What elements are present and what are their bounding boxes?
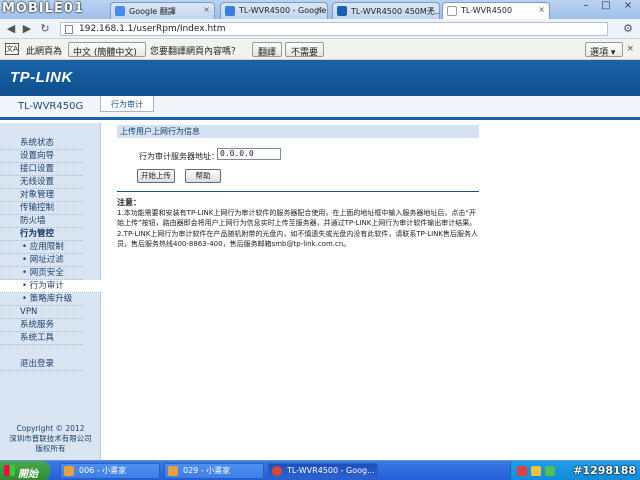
close-tab-icon[interactable]: × [538, 5, 545, 14]
sidebar-spacer [0, 345, 83, 358]
help-button[interactable]: 帮助 [185, 169, 221, 183]
page-tab-icon [447, 6, 457, 16]
browser-tab-strip: MOBILE01 Google 翻譯 × TL-WVR4500 - Google… [0, 0, 640, 19]
tab-behavior-audit[interactable]: 行为审计 [100, 96, 154, 112]
sidebar-item-firewall[interactable]: 防火墙 [0, 215, 83, 228]
forward-icon[interactable]: ▶ [20, 22, 34, 36]
minimize-icon[interactable]: – [576, 0, 596, 16]
options-label: 選項 [590, 48, 609, 58]
maximize-icon[interactable]: □ [596, 0, 616, 16]
translate-icon: 文A [5, 43, 19, 55]
close-tab-icon[interactable]: × [203, 5, 210, 14]
paint-icon [64, 466, 74, 476]
tab-google-translate[interactable]: Google 翻譯 × [110, 2, 215, 19]
main-content: 上传用户上网行为信息 行为审计服务器地址： 0.0.0.0 开始上传 帮助 注意… [101, 123, 640, 460]
sidebar-item-vpn[interactable]: VPN [0, 306, 83, 319]
tab-google-search[interactable]: TL-WVR4500 - Google × [220, 2, 328, 19]
section-title: 上传用户上网行为信息 [117, 125, 479, 138]
sidebar-item-behavior-audit[interactable]: • 行为审计 [0, 280, 101, 293]
sidebar-item-policy-upgrade[interactable]: • 策略库升级 [0, 293, 83, 306]
sidebar-item-logout[interactable]: 退出登录 [0, 358, 83, 371]
tab-label: TL-WVR4500 [461, 6, 513, 15]
model-bar: TL-WVR450G 行为审计 [0, 96, 640, 120]
tab-product-page[interactable]: TL-WVR4500 450M无... × [332, 2, 440, 19]
sidebar-item-interface-settings[interactable]: 接口设置 [0, 163, 83, 176]
reload-icon[interactable]: ↻ [38, 22, 52, 36]
chrome-icon [272, 466, 282, 476]
tray-app-icon[interactable] [517, 466, 527, 476]
sidebar-item-wireless-settings[interactable]: 无线设置 [0, 176, 83, 189]
router-header: TP-LINK [0, 60, 640, 96]
note-item: 1.本功能需要和安装有TP-LINK上网行为审计软件的服务器配合使用，在上面的地… [117, 209, 477, 227]
url-field[interactable]: 192.168.1.1/userRpm/Index.htm [60, 22, 608, 36]
taskbar-item-chrome[interactable]: TL-WVR4500 - Goog... [268, 463, 378, 479]
sidebar-item-behavior-control[interactable]: 行为管控 [0, 228, 83, 241]
copyright-line: 版权所有 [35, 444, 66, 453]
notes: 1.本功能需要和安装有TP-LINK上网行为审计软件的服务器配合使用，在上面的地… [117, 209, 479, 251]
task-label: TL-WVR4500 - Goog... [287, 466, 375, 475]
tab-label: TL-WVR4500 450M无... [351, 7, 440, 16]
watermark-id: #1298188 [573, 464, 636, 477]
sidebar-item-setup-wizard[interactable]: 设置向导 [0, 150, 83, 163]
paint-icon [168, 466, 178, 476]
sidebar-item-system-tools[interactable]: 系统工具 [0, 332, 83, 345]
task-label: 006 - 小畫家 [79, 466, 127, 475]
language-select-value: 中文 (簡體中文) [73, 48, 137, 58]
google-translate-tab-icon [115, 6, 125, 16]
no-translate-button[interactable]: 不需要 [285, 42, 325, 58]
tab-router-admin[interactable]: TL-WVR4500 × [442, 2, 550, 19]
windows-flag-icon [4, 465, 15, 476]
system-tray: #1298188 [510, 461, 640, 480]
divider [117, 191, 479, 192]
tplink-tab-icon [337, 6, 347, 16]
translate-question: 您要翻譯網頁內容嗎？ [150, 47, 241, 57]
sidebar-item-object-management[interactable]: 对象管理 [0, 189, 83, 202]
copyright: Copyright © 2012 深圳市普联技术有限公司 版权所有 [0, 424, 101, 454]
tplink-logo: TP-LINK [10, 69, 73, 86]
sidebar: 系统状态 设置向导 接口设置 无线设置 对象管理 传输控制 防火墙 行为管控 •… [0, 123, 101, 460]
task-label: 029 - 小畫家 [183, 466, 231, 475]
model-name: TL-WVR450G [18, 101, 84, 112]
taskbar: 開始 006 - 小畫家 029 - 小畫家 TL-WVR4500 - Goog… [0, 460, 640, 480]
translate-button[interactable]: 翻譯 [252, 42, 283, 58]
note-title: 注意： [117, 198, 141, 207]
start-button[interactable]: 開始 [0, 461, 50, 480]
google-tab-icon [225, 6, 235, 16]
sidebar-item-system-services[interactable]: 系统服务 [0, 319, 83, 332]
page-icon [65, 25, 73, 34]
sidebar-item-web-security[interactable]: • 网页安全 [0, 267, 83, 280]
start-upload-button[interactable]: 开始上传 [137, 169, 175, 183]
close-icon[interactable]: × [626, 44, 634, 54]
taskbar-item-paint-029[interactable]: 029 - 小畫家 [164, 463, 264, 479]
start-label: 開始 [18, 469, 38, 480]
tray-app-icon[interactable] [545, 466, 555, 476]
language-select[interactable]: 中文 (簡體中文) ▾ [68, 42, 146, 68]
translate-text-before: 此網頁為 [26, 47, 63, 57]
sidebar-menu: 系统状态 设置向导 接口设置 无线设置 对象管理 传输控制 防火墙 行为管控 •… [0, 137, 101, 371]
translate-options-button[interactable]: 選項 ▾ [585, 42, 623, 58]
translate-bar: 文A 此網頁為 中文 (簡體中文) ▾ 您要翻譯網頁內容嗎？ 翻譯 不需要 選項… [0, 39, 640, 68]
sidebar-item-url-filter[interactable]: • 网址过滤 [0, 254, 83, 267]
close-tab-icon[interactable]: × [428, 5, 435, 14]
note-item: 2.TP-LINK上网行为审计软件在产品随机附带的光盘内，如不慎遗失或光盘内没有… [117, 230, 478, 248]
sidebar-item-transfer-control[interactable]: 传输控制 [0, 202, 83, 215]
wrench-icon[interactable]: ⚙ [620, 22, 636, 36]
copyright-line: 深圳市普联技术有限公司 [9, 434, 92, 443]
chevron-down-icon: ▾ [610, 48, 616, 58]
address-toolbar: ◀ ▶ ↻ 192.168.1.1/userRpm/Index.htm ⚙ [0, 19, 640, 39]
copyright-line: Copyright © 2012 [16, 424, 85, 433]
tray-app-icon[interactable] [531, 466, 541, 476]
taskbar-item-paint-006[interactable]: 006 - 小畫家 [60, 463, 160, 479]
close-window-icon[interactable]: × [618, 0, 638, 16]
mobile01-logo: MOBILE01 [2, 1, 84, 16]
close-tab-icon[interactable]: × [316, 5, 323, 14]
sidebar-item-app-restriction[interactable]: • 应用限制 [0, 241, 83, 254]
url-text: 192.168.1.1/userRpm/Index.htm [79, 24, 226, 34]
sidebar-item-system-status[interactable]: 系统状态 [0, 137, 83, 150]
server-address-input[interactable]: 0.0.0.0 [217, 148, 281, 160]
server-address-label: 行为审计服务器地址： [139, 152, 219, 161]
tab-label: TL-WVR4500 - Google [239, 6, 327, 15]
back-icon[interactable]: ◀ [4, 22, 18, 36]
tab-label: Google 翻譯 [129, 7, 176, 16]
